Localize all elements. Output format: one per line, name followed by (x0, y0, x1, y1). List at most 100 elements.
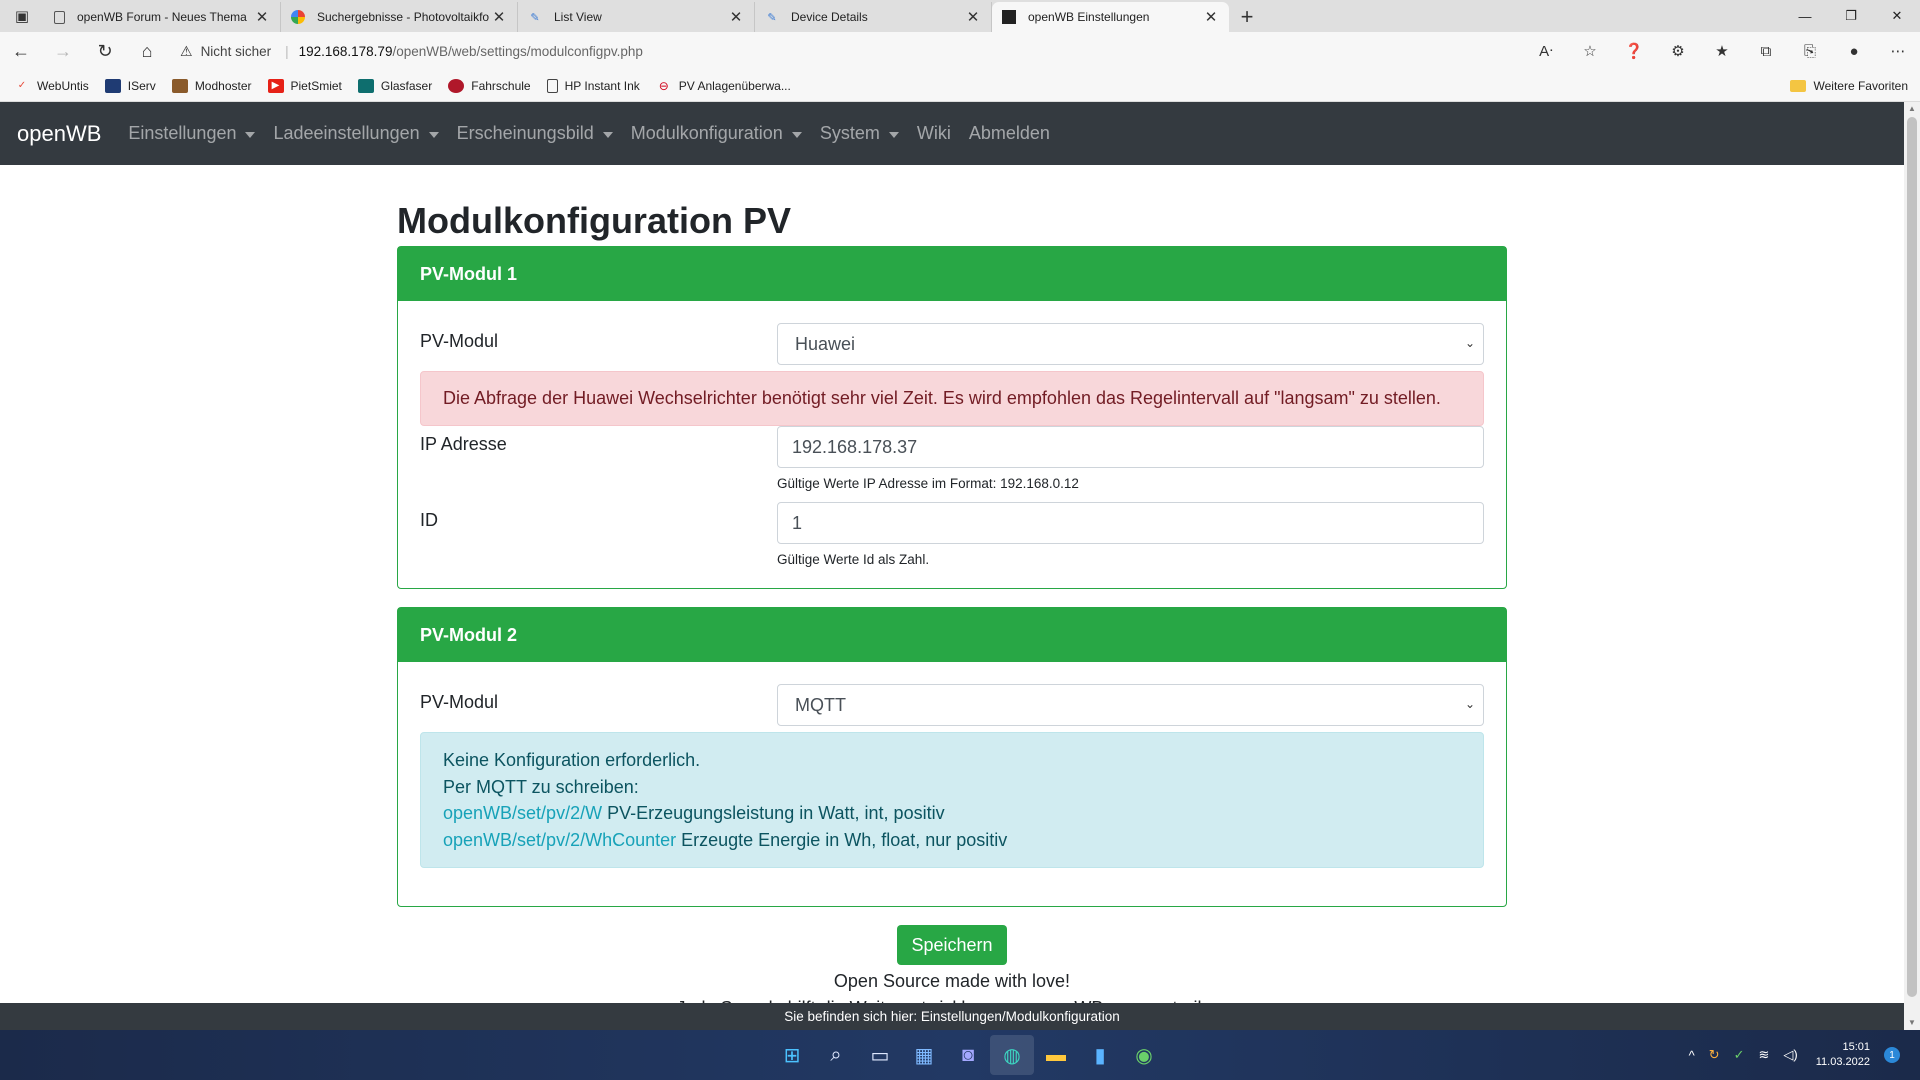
widgets-icon[interactable]: ▦ (902, 1035, 946, 1075)
webuntis-icon: ✓ (17, 80, 27, 91)
favorite-link[interactable]: IServ (104, 78, 156, 93)
chat-icon[interactable]: ◙ (946, 1035, 990, 1075)
nav-ladeeinstellungen[interactable]: Ladeeinstellungen (273, 123, 439, 144)
notification-badge[interactable]: 1 (1884, 1047, 1900, 1063)
nav-abmelden[interactable]: Abmelden (969, 123, 1050, 144)
navbar-brand[interactable]: openWB (17, 121, 101, 147)
nav-erscheinungsbild[interactable]: Erscheinungsbild (457, 123, 613, 144)
card-header: PV-Modul 2 (398, 608, 1506, 662)
task-view-icon[interactable]: ▭ (858, 1035, 902, 1075)
favorite-link[interactable]: Modhoster (171, 78, 252, 93)
pv-module-2-select[interactable]: MQTT ⌄ (777, 684, 1484, 726)
menu-icon[interactable]: ⋯ (1876, 32, 1920, 70)
restore-icon[interactable]: ❐ (1828, 0, 1874, 32)
notepad-icon[interactable]: ▮ (1078, 1035, 1122, 1075)
favorite-link[interactable]: ⊖ PV Anlagenüberwa... (656, 79, 791, 93)
folder-icon (1789, 80, 1806, 92)
nav-einstellungen[interactable]: Einstellungen (128, 123, 256, 144)
topic-description: PV-Erzeugungsleistung in Watt, int, posi… (602, 803, 945, 823)
help-icon[interactable]: ❓ (1612, 32, 1656, 70)
page-title: Modulkonfiguration PV (397, 200, 791, 241)
volume-icon[interactable]: ◁) (1783, 1047, 1797, 1063)
close-tab-icon[interactable]: ✕ (728, 8, 744, 26)
close-tab-icon[interactable]: ✕ (965, 8, 981, 26)
profile-avatar-icon[interactable]: ● (1832, 32, 1876, 70)
pv-module-1-select[interactable]: Huawei ⌄ (777, 323, 1484, 365)
fahrschule-icon (448, 78, 465, 93)
page-scrollbar[interactable]: ▲ ▼ (1904, 102, 1920, 1030)
info-line: Per MQTT zu schreiben: (443, 776, 639, 797)
clock[interactable]: 15:01 11.03.2022 (1816, 1040, 1870, 1070)
ip-address-input[interactable]: 192.168.178.37 (777, 426, 1484, 468)
ip-label: IP Adresse (420, 434, 507, 454)
nav-system[interactable]: System (820, 123, 899, 144)
chevron-up-icon[interactable]: ^ (1689, 1048, 1695, 1063)
close-window-icon[interactable]: ✕ (1874, 0, 1920, 32)
topic-line: openWB/set/pv/2/WhCounter Erzeugte Energ… (443, 827, 1461, 854)
extensions-icon[interactable]: ⚙ (1656, 32, 1700, 70)
browser-tab[interactable]: ✎ List View ✕ (518, 2, 755, 32)
pv-module-label: PV-Modul (420, 692, 499, 712)
collections-icon[interactable]: ⧉ (1744, 32, 1788, 70)
form-row-ip: IP Adresse 192.168.178.37 Gültige Werte … (420, 426, 1484, 492)
new-tab-button[interactable]: + (1229, 2, 1265, 32)
caret-down-icon (245, 131, 256, 138)
close-tab-icon[interactable]: ✕ (254, 8, 270, 26)
favorite-link[interactable]: HP Instant Ink (546, 78, 640, 93)
scroll-down-icon[interactable]: ▼ (1904, 1016, 1920, 1030)
back-icon[interactable]: ← (0, 32, 42, 70)
sync-icon[interactable]: ↻ (1709, 1047, 1720, 1063)
favorite-link[interactable]: ✓ WebUntis (14, 79, 89, 93)
browser-tab-active[interactable]: openWB Einstellungen ✕ (992, 2, 1229, 32)
wifi-icon[interactable]: ≋ (1759, 1047, 1770, 1063)
minimize-icon[interactable]: — (1782, 0, 1828, 32)
favorite-label: PietSmiet (290, 78, 342, 93)
security-tray-icon[interactable]: ✓ (1734, 1047, 1745, 1063)
mqtt-topic-link[interactable]: openWB/set/pv/2/W (443, 803, 602, 823)
search-icon[interactable]: ⌕ (814, 1035, 858, 1075)
chevron-down-icon: ⌄ (1464, 697, 1475, 711)
caret-down-icon (888, 131, 899, 138)
read-aloud-icon[interactable]: A͏ᐧ (1524, 32, 1568, 70)
url-host: 192.168.178.79 (298, 43, 393, 59)
close-tab-icon[interactable]: ✕ (491, 8, 507, 26)
reload-icon[interactable]: ↻ (84, 32, 126, 70)
globe-app-icon[interactable]: ◉ (1122, 1035, 1166, 1075)
scrollbar-thumb[interactable] (1907, 117, 1917, 997)
url-field[interactable]: ⚠ Nicht sicher | 192.168.178.79/openWB/w… (168, 36, 1524, 66)
tab-actions-icon[interactable]: ▣ (0, 0, 44, 32)
screenshot-icon[interactable]: ⎘ (1788, 32, 1832, 70)
save-button[interactable]: Speichern (897, 925, 1007, 965)
nav-label: Ladeeinstellungen (273, 123, 420, 143)
add-favorite-icon[interactable]: ☆ (1568, 32, 1612, 70)
tab-title: openWB Forum - Neues Thema (77, 10, 247, 24)
browser-tab[interactable]: Suchergebnisse - Photovoltaikfo ✕ (281, 2, 518, 32)
more-favorites[interactable]: Weitere Favoriten (1789, 70, 1908, 102)
start-icon[interactable]: ⊞ (770, 1035, 814, 1075)
url-separator: | (285, 43, 289, 59)
nav-modulkonfiguration[interactable]: Modulkonfiguration (631, 123, 802, 144)
nav-wiki[interactable]: Wiki (917, 123, 951, 144)
favorites-bar: ✓ WebUntis IServ Modhoster ▶ PietSmiet Gla… (0, 70, 1920, 102)
home-icon[interactable]: ⌂ (126, 32, 168, 70)
browser-tab[interactable]: ✎ Device Details ✕ (755, 2, 992, 32)
id-input[interactable]: 1 (777, 502, 1484, 544)
info-line: Keine Konfiguration erforderlich. (443, 750, 701, 770)
topic-line: openWB/set/pv/2/W PV-Erzeugungsleistung … (443, 800, 1461, 827)
url-path: /openWB/web/settings/modulconfigpv.php (392, 43, 643, 59)
edge-icon[interactable]: ◍ (990, 1035, 1034, 1075)
file-explorer-icon[interactable]: ▬ (1034, 1035, 1078, 1075)
close-tab-icon[interactable]: ✕ (1203, 8, 1219, 26)
card-body: PV-Modul MQTT ⌄ Keine Konfiguration erfo… (398, 662, 1506, 906)
scroll-up-icon[interactable]: ▲ (1904, 102, 1920, 116)
favorite-link[interactable]: Glasfaser (357, 78, 432, 93)
browser-tab[interactable]: openWB Forum - Neues Thema ✕ (44, 2, 281, 32)
clock-time: 15:01 (1842, 1041, 1870, 1053)
mqtt-topic-link[interactable]: openWB/set/pv/2/WhCounter (443, 830, 676, 850)
main-content: Modulkonfiguration PV PV-Modul 1 PV-Modu… (397, 165, 1507, 1019)
favorite-link[interactable]: Fahrschule (448, 78, 531, 93)
favorite-link[interactable]: ▶ PietSmiet (267, 78, 342, 93)
favorite-label: Modhoster (194, 78, 252, 93)
forward-icon[interactable]: → (42, 32, 84, 70)
favorites-icon[interactable]: ★ (1700, 32, 1744, 70)
